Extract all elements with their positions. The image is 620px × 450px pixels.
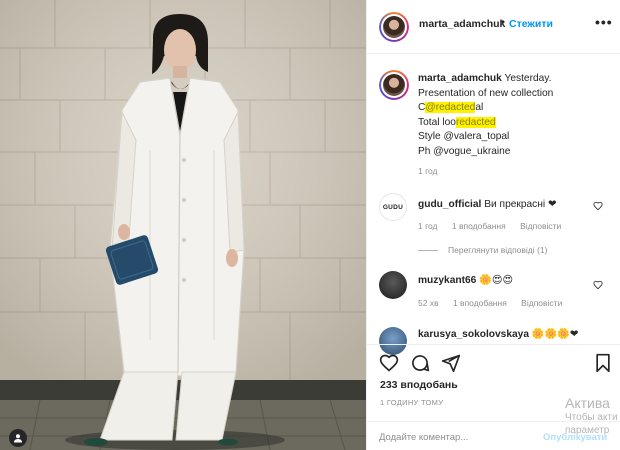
author-avatar[interactable] <box>379 12 409 42</box>
follow-button[interactable]: Стежити <box>509 18 553 30</box>
bookmark-icon[interactable] <box>593 353 613 373</box>
caption-redacted-2: redacted <box>455 116 496 128</box>
comment-meta: 1 год 1 вподобання Відповісти <box>418 221 573 231</box>
user-tag-icon[interactable] <box>9 429 27 447</box>
comment-body: 🌼😍😍 <box>479 275 514 286</box>
comment-time: 52 хв <box>418 298 439 308</box>
commenter-avatar[interactable] <box>379 271 407 299</box>
caption-line-2: Presentation of new collection <box>418 87 554 99</box>
comment-input[interactable] <box>379 429 529 445</box>
comment-text: karusya_sokolovskaya 🌼🌼🌼❤ <box>418 329 578 340</box>
comment-body: Ви прекрасні ❤ <box>484 199 557 210</box>
comment-body: 🌼🌼🌼❤ <box>531 329 579 340</box>
publish-button[interactable]: Опублікувати <box>543 432 607 443</box>
separator-dot: • <box>501 17 505 28</box>
commenter-username[interactable]: karusya_sokolovskaya <box>418 329 529 340</box>
commenter-avatar[interactable]: GUDU <box>379 193 407 221</box>
photo-illustration <box>0 0 366 450</box>
more-icon[interactable]: ••• <box>595 14 613 30</box>
likes-count[interactable]: 233 вподобань <box>380 379 458 391</box>
comment-text: muzykant66 🌼😍😍 <box>418 275 513 286</box>
comment-heart-icon[interactable] <box>593 201 603 211</box>
view-replies-button[interactable]: Переглянути відповіді (1) <box>418 245 547 255</box>
comment-icon[interactable] <box>410 353 430 373</box>
caption-avatar[interactable] <box>379 70 409 100</box>
author-username[interactable]: marta_adamchuk <box>419 18 505 30</box>
caption-line-1: Yesterday. <box>504 73 552 84</box>
commenter-username[interactable]: muzykant66 <box>418 275 476 286</box>
comment-likes[interactable]: 1 вподобання <box>453 298 507 308</box>
caption-line-6[interactable]: Ph @vogue_ukraine <box>418 146 510 157</box>
view-replies-label: Переглянути відповіді (1) <box>448 245 548 255</box>
comment-heart-icon[interactable] <box>593 280 603 290</box>
share-icon[interactable] <box>441 353 461 373</box>
caption-line-4: Total loo <box>418 116 456 128</box>
comment-text: gudu_official Ви прекрасні ❤ <box>418 199 557 210</box>
post-photo[interactable] <box>0 0 366 450</box>
reply-button[interactable]: Відповісти <box>521 298 562 308</box>
action-bar: 233 вподобань 1 ГОДИНУ ТОМУ Опублікувати <box>367 344 620 450</box>
caption-username[interactable]: marta_adamchuk <box>418 73 502 84</box>
heart-icon[interactable] <box>379 353 399 373</box>
post-side-panel: marta_adamchuk • Стежити ••• marta_adamc… <box>366 0 620 450</box>
post-header: marta_adamchuk • Стежити ••• <box>367 0 620 54</box>
caption-redacted-1: @redacted <box>425 102 476 113</box>
comment-time: 1 год <box>418 221 438 231</box>
comment-likes[interactable]: 1 вподобання <box>452 221 506 231</box>
post-time: 1 ГОДИНУ ТОМУ <box>380 398 444 407</box>
caption-text: marta_adamchuk Yesterday. Presentation o… <box>418 72 614 159</box>
caption-line-3-tail: al <box>475 102 484 113</box>
caption-line-5[interactable]: Style @valera_topal <box>418 131 509 142</box>
add-comment-bar: Опублікувати <box>367 421 620 450</box>
reply-button[interactable]: Відповісти <box>520 221 561 231</box>
caption-time: 1 год <box>418 166 438 176</box>
comment-meta: 52 хв 1 вподобання Відповісти <box>418 298 574 308</box>
commenter-username[interactable]: gudu_official <box>418 199 481 210</box>
